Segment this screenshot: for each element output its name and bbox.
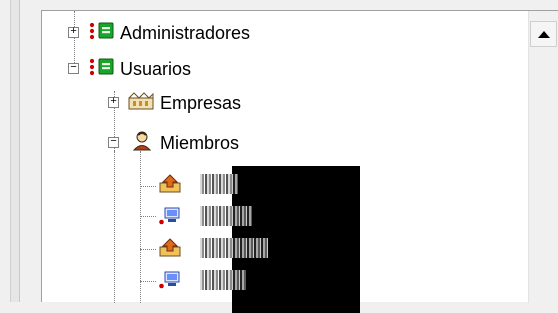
group-node-icon xyxy=(88,57,116,82)
computer-user-icon xyxy=(158,205,184,230)
tree-child-item[interactable] xyxy=(158,267,184,295)
tree-line xyxy=(140,186,156,187)
tree-line xyxy=(140,249,156,250)
tree-line xyxy=(114,151,115,303)
tree-item-administradores[interactable]: Administradores xyxy=(88,19,250,47)
member-person-icon xyxy=(128,131,156,156)
vertical-scrollbar[interactable] xyxy=(528,11,558,303)
tree-line xyxy=(140,281,156,282)
redacted-name xyxy=(200,238,268,258)
redacted-name xyxy=(200,206,252,226)
tree-item-usuarios[interactable]: Usuarios xyxy=(88,55,191,83)
tree-item-label: Empresas xyxy=(160,92,242,113)
tree-item-label: Administradores xyxy=(120,22,251,43)
left-separator xyxy=(10,0,20,302)
tree-item-label: Usuarios xyxy=(120,58,192,79)
collapse-toggle[interactable]: − xyxy=(68,63,79,74)
tree-child-item[interactable] xyxy=(158,171,184,199)
computer-user-icon xyxy=(158,269,184,294)
expand-toggle[interactable]: + xyxy=(108,97,119,108)
left-gutter xyxy=(0,0,10,302)
redacted-name xyxy=(200,270,246,290)
companies-icon xyxy=(128,91,156,116)
tree-item-miembros[interactable]: Miembros xyxy=(128,129,239,157)
tree-view[interactable]: + Administradores − Usuarios + Empresas … xyxy=(41,10,558,313)
expand-toggle[interactable]: + xyxy=(68,27,79,38)
tree-child-item[interactable] xyxy=(158,235,184,263)
scroll-up-button[interactable] xyxy=(530,21,557,47)
tree-child-item[interactable] xyxy=(158,203,184,231)
upload-user-icon xyxy=(158,237,184,262)
collapse-toggle[interactable]: − xyxy=(108,137,119,148)
group-node-icon xyxy=(88,21,116,46)
redacted-name xyxy=(200,174,238,194)
scroll-up-icon xyxy=(537,30,550,38)
tree-item-empresas[interactable]: Empresas xyxy=(128,89,241,117)
tree-line xyxy=(140,216,156,217)
tree-item-label: Miembros xyxy=(160,132,240,153)
upload-user-icon xyxy=(158,173,184,198)
